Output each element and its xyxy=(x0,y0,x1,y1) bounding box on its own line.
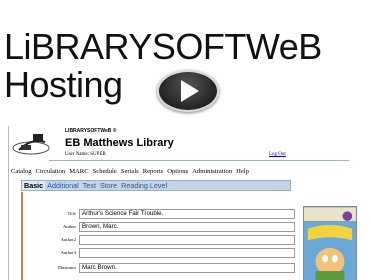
header-divider xyxy=(49,160,349,161)
menu-item-help[interactable]: Help xyxy=(236,168,249,175)
record-tabs: Basic Additional Text Store Reading Leve… xyxy=(21,180,291,191)
author-field[interactable]: Brown, Marc. xyxy=(79,221,295,232)
play-icon xyxy=(181,80,199,102)
menu-item-circulation[interactable]: Circulation xyxy=(36,168,66,175)
menu-item-schedule[interactable]: Schedule xyxy=(93,168,117,175)
menu-item-catalog[interactable]: Catalog xyxy=(11,168,32,175)
menu-item-options[interactable]: Options xyxy=(167,168,188,175)
tab-store[interactable]: Store xyxy=(98,181,119,190)
form-row-author2: Author2 xyxy=(49,234,295,245)
tab-basic[interactable]: Basic xyxy=(22,181,46,190)
form-row-illustrator: Illustrator Marc Brown. xyxy=(49,262,295,273)
tab-text[interactable]: Text xyxy=(81,181,98,190)
play-button[interactable] xyxy=(157,70,219,112)
menu-item-administration[interactable]: Administration xyxy=(192,168,232,175)
library-name: EB Matthews Library xyxy=(65,137,174,149)
field-label: Title xyxy=(67,211,76,216)
form-row-title: Title Arthur's Science Fair Trouble. xyxy=(49,208,295,219)
user-name: User Name: SUPER xyxy=(65,152,106,157)
brand-name: LIBRARYSOFTWeB ® xyxy=(65,128,117,134)
field-label: Author2 xyxy=(60,237,76,242)
app-screenshot: LIBRARYSOFTWeB ® EB Matthews Library Use… xyxy=(8,126,370,280)
main-menu: Catalog Circulation MARC Schedule Serial… xyxy=(11,168,249,175)
field-label: Illustrator xyxy=(57,265,76,270)
title-field[interactable]: Arthur's Science Fair Trouble. xyxy=(79,208,295,219)
form-row-author3: Author3 xyxy=(49,247,295,258)
illustrator-field[interactable]: Marc Brown. xyxy=(79,262,295,273)
book-cover-image xyxy=(303,206,357,280)
slide-title-line-1: LiBRARYSOFTWeB xyxy=(4,26,322,67)
menu-item-reports[interactable]: Reports xyxy=(143,168,164,175)
field-label: Author xyxy=(62,224,76,229)
tab-additional[interactable]: Additional xyxy=(45,181,81,190)
menu-item-marc[interactable]: MARC xyxy=(69,168,88,175)
form-row-author: Author Brown, Marc. xyxy=(49,221,295,232)
field-label: Author3 xyxy=(60,250,76,255)
logout-link[interactable]: Log Out xyxy=(269,152,286,157)
author3-field[interactable] xyxy=(79,247,295,258)
tab-reading-level[interactable]: Reading Level xyxy=(119,181,169,190)
sidebar-accent-bar xyxy=(21,192,23,280)
menu-item-serials[interactable]: Serials xyxy=(121,168,139,175)
librarysoftweb-logo-icon xyxy=(12,134,50,155)
author2-field[interactable] xyxy=(79,234,295,245)
